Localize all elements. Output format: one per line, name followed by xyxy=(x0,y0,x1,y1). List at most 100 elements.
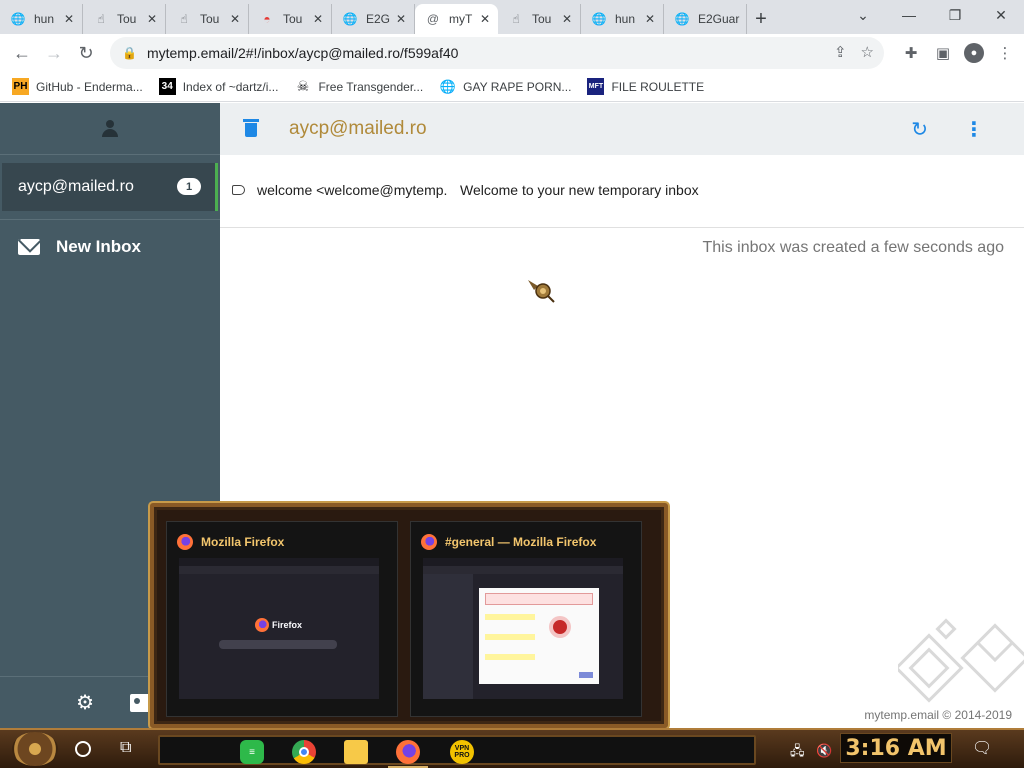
thumbnail-field xyxy=(485,654,535,660)
close-tab-icon[interactable]: ✕ xyxy=(62,12,76,26)
message-row[interactable]: welcome <welcome@mytemp.email> Welcome t… xyxy=(220,155,1024,228)
tab-strip: 🌐 hun ✕ ☝ Tou ✕ ☝ Tou ✕ ◓ Tou ✕ 🌐 E2G ✕ @ myT ✕ ☝ Tou… xyxy=(0,0,1024,34)
thumbnail-search-box xyxy=(219,640,337,649)
bookmark-star-icon[interactable]: ☆ xyxy=(861,43,874,61)
close-tab-icon[interactable]: ✕ xyxy=(643,12,657,26)
thumbnail-sidebar xyxy=(423,574,473,699)
file-explorer-icon[interactable] xyxy=(344,740,368,764)
skull-icon: ☠ xyxy=(296,78,310,94)
tab-1[interactable]: 🌐 hun ✕ xyxy=(0,4,83,34)
inbox-title: aycp@mailed.ro xyxy=(289,118,427,139)
steampunk-cursor-icon xyxy=(528,280,555,303)
footer-copyright: mytemp.email © 2014-2019 xyxy=(864,708,1012,722)
minimize-button[interactable]: — xyxy=(886,0,932,30)
tab-title: E2G xyxy=(366,12,391,26)
more-options-icon[interactable]: ⋮ xyxy=(964,117,984,142)
switcher-window-general[interactable]: #general — Mozilla Firefox xyxy=(410,521,642,717)
hand-icon: ☝ xyxy=(512,12,520,26)
tab-6[interactable]: @ myT ✕ xyxy=(415,4,498,34)
search-circle-icon[interactable] xyxy=(75,741,91,757)
speaker-muted-icon[interactable]: 🔇 xyxy=(816,743,832,758)
close-window-button[interactable]: ✕ xyxy=(978,0,1024,30)
forward-button[interactable]: → xyxy=(38,37,70,69)
close-tab-icon[interactable]: ✕ xyxy=(311,12,325,26)
sheets-app-icon[interactable]: ≡ xyxy=(240,740,264,764)
ph-logo-icon: PH xyxy=(12,78,29,95)
close-tab-icon[interactable]: ✕ xyxy=(478,12,492,26)
window-title-text: #general — Mozilla Firefox xyxy=(445,535,597,549)
new-inbox-label: New Inbox xyxy=(56,237,142,256)
message-sender: welcome <welcome@mytemp.email> xyxy=(257,182,447,198)
tab-7[interactable]: ☝ Tou ✕ xyxy=(498,4,581,34)
refresh-icon[interactable]: ↻ xyxy=(911,117,928,142)
tab-title: Tou xyxy=(532,12,552,26)
start-orb-icon[interactable] xyxy=(12,732,58,766)
window-switcher: Mozilla Firefox Firefox #general — Mozil… xyxy=(150,503,668,728)
firefox-app-icon[interactable] xyxy=(388,740,428,768)
network-icon[interactable]: 🖧 xyxy=(790,743,805,758)
switcher-window-firefox[interactable]: Mozilla Firefox Firefox xyxy=(166,521,398,717)
window-thumbnail: Firefox xyxy=(179,558,379,699)
browser-menu-icon[interactable]: ⋮ xyxy=(994,38,1016,68)
mft-logo-icon: MFT xyxy=(587,78,605,95)
bookmark-item[interactable]: 34 Index of ~dartz/i... xyxy=(158,78,278,95)
reload-button[interactable]: ↻ xyxy=(70,37,102,69)
chrome-app-icon[interactable] xyxy=(292,740,316,764)
taskbar-clock[interactable]: 3:16 AM xyxy=(840,733,952,763)
bookmark-label: FILE ROULETTE xyxy=(611,79,705,94)
close-tab-icon[interactable]: ✕ xyxy=(560,12,574,26)
extensions-icon[interactable]: ✚ xyxy=(900,38,922,68)
bookmark-item[interactable]: 🌐 GAY RAPE PORN... xyxy=(439,78,572,95)
inbox-header: aycp@mailed.ro ↻ ⋮ xyxy=(220,103,1024,155)
notification-center-icon[interactable]: 🗨 xyxy=(972,738,992,758)
window-thumbnail xyxy=(423,558,623,699)
bookmark-item[interactable]: PH GitHub - Enderma... xyxy=(12,78,143,95)
tab-search-icon[interactable]: ⌄ xyxy=(840,0,886,30)
taskbar-apps: ≡ VPN PRO xyxy=(158,735,756,768)
tab-title: hun xyxy=(34,12,55,26)
tab-9[interactable]: 🌐 E2Guar xyxy=(664,4,747,34)
delete-trash-icon[interactable] xyxy=(243,119,259,137)
thumbnail-error-box xyxy=(485,593,593,605)
window-title: #general — Mozilla Firefox xyxy=(421,534,596,550)
bookmark-item[interactable]: MFT FILE ROULETTE xyxy=(587,78,704,95)
bookmarks-bar: PH GitHub - Enderma... 34 Index of ~dartz/… xyxy=(0,72,1024,102)
vpn-pro-app-icon[interactable]: VPN PRO xyxy=(450,740,474,764)
side-panel-icon[interactable]: ▣ xyxy=(932,38,954,68)
task-view-icon[interactable]: ⧉ xyxy=(120,739,131,757)
close-tab-icon[interactable]: ✕ xyxy=(145,12,159,26)
tab-title: Tou xyxy=(283,12,303,26)
thumbnail-firefox-logo: Firefox xyxy=(255,618,302,632)
tab-4[interactable]: ◓ Tou ✕ xyxy=(249,4,332,34)
share-icon[interactable]: ⇪ xyxy=(834,43,847,61)
tab-title: Tou xyxy=(117,12,137,26)
tab-title: Tou xyxy=(200,12,220,26)
tab-8[interactable]: 🌐 hun ✕ xyxy=(581,4,664,34)
thumbnail-field xyxy=(485,614,535,620)
restore-button[interactable]: ❐ xyxy=(932,0,978,30)
browser-toolbar: ← → ↻ 🔒 mytemp.email/2#!/inbox/aycp@mail… xyxy=(0,34,1024,72)
back-button[interactable]: ← xyxy=(6,37,38,69)
new-inbox-button[interactable]: New Inbox xyxy=(18,237,141,257)
mail-icon xyxy=(18,239,40,255)
settings-gear-icon[interactable]: ⚙ xyxy=(76,690,94,715)
tab-2[interactable]: ☝ Tou ✕ xyxy=(83,4,166,34)
tab-3[interactable]: ☝ Tou ✕ xyxy=(166,4,249,34)
envelope-watermark-icon xyxy=(898,618,1024,703)
window-title: Mozilla Firefox xyxy=(177,534,284,550)
taskbar: ⧉ ≡ VPN PRO 🖧 🔇 3:16 AM 🗨 xyxy=(0,728,1024,768)
firefox-logo-icon xyxy=(421,534,437,550)
profile-avatar-icon[interactable]: ● xyxy=(964,43,984,63)
bookmark-item[interactable]: ☠ Free Transgender... xyxy=(294,78,424,95)
new-tab-button[interactable]: + xyxy=(747,4,775,34)
tab-5[interactable]: 🌐 E2G ✕ xyxy=(332,4,415,34)
account-icon[interactable] xyxy=(101,119,119,138)
firefox-logo-icon xyxy=(255,618,269,632)
hand-icon: ☝ xyxy=(97,12,105,26)
address-bar[interactable]: 🔒 mytemp.email/2#!/inbox/aycp@mailed.ro/… xyxy=(110,37,884,69)
hand-icon: ☝ xyxy=(180,12,188,26)
globe-icon: 🌐 xyxy=(674,12,690,26)
sidebar-item-inbox[interactable]: aycp@mailed.ro 1 xyxy=(2,163,218,211)
close-tab-icon[interactable]: ✕ xyxy=(394,12,408,26)
close-tab-icon[interactable]: ✕ xyxy=(228,12,242,26)
